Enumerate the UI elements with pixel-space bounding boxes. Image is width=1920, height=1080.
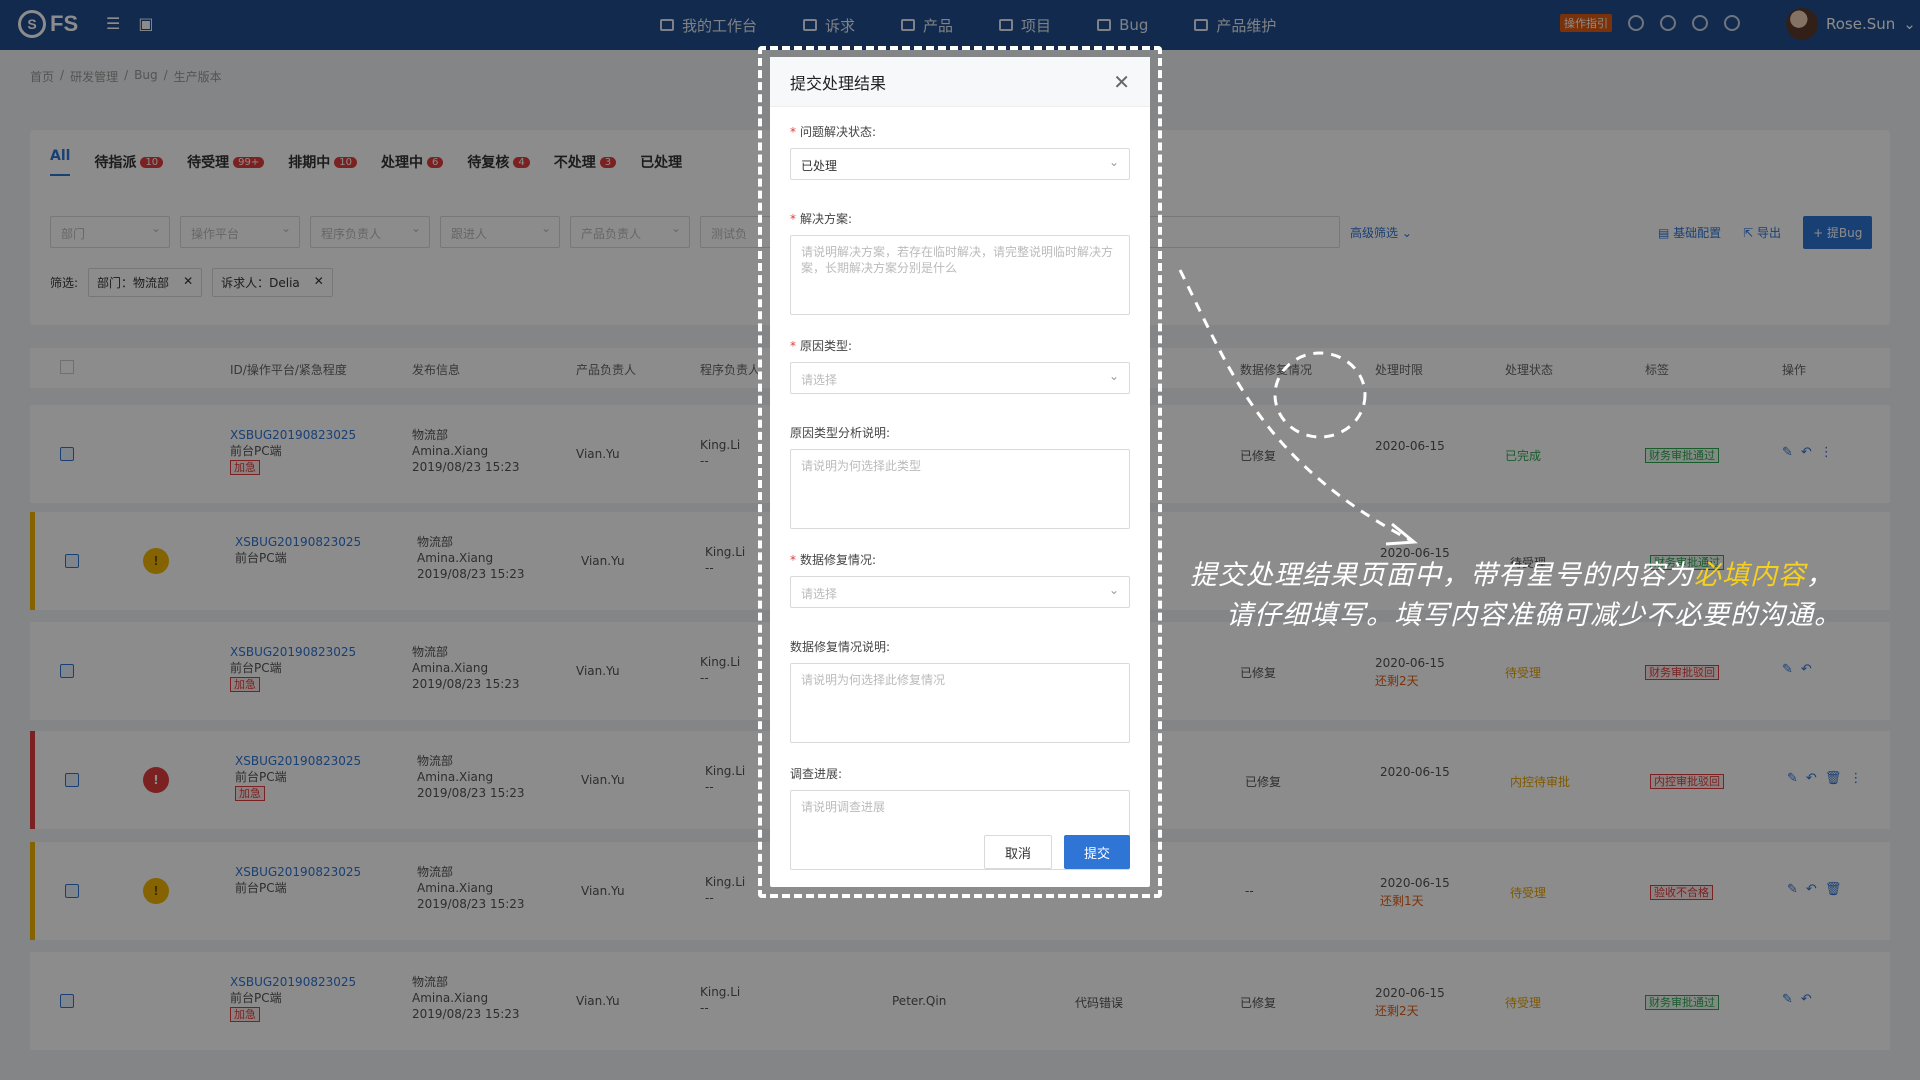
annotation-text: 提交处理结果页面中，带有星号的内容为必填内容， 请仔细填写。填写内容准确可减少不… xyxy=(1190,560,1842,631)
highlight-frame xyxy=(758,46,1162,898)
pointer-arrow xyxy=(1178,269,1418,546)
